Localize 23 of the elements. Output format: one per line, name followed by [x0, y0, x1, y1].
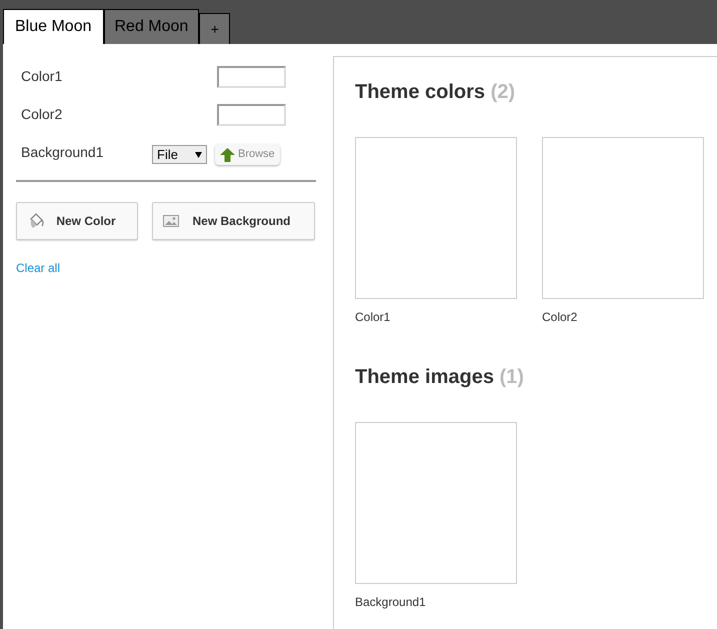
up-arrow-icon	[220, 148, 235, 162]
add-tab-button[interactable]: +	[199, 13, 230, 44]
file-select[interactable]: File	[152, 145, 207, 164]
swatch-thumbnail[interactable]	[355, 137, 517, 299]
tab[interactable]: Blue Moon	[3, 9, 104, 44]
swatch-thumbnail[interactable]	[542, 137, 704, 299]
swatch-caption: Color2	[542, 309, 578, 326]
clear-all-link[interactable]: Clear all	[16, 259, 60, 277]
field-label: Background1	[21, 143, 105, 162]
section-heading: Theme images (1)	[355, 365, 525, 390]
color-input[interactable]	[217, 104, 286, 126]
color-input[interactable]	[217, 66, 286, 88]
swatch-caption: Color1	[355, 309, 392, 326]
section-heading: Theme colors (2)	[355, 80, 516, 105]
field-label: Color2	[21, 105, 64, 124]
new-item-button[interactable]: New Color	[16, 202, 138, 240]
field-label: Color1	[21, 67, 64, 86]
new-item-button[interactable]: New Background	[152, 202, 315, 240]
image-icon	[163, 215, 179, 227]
tab[interactable]: Red Moon	[104, 9, 200, 44]
swatch-thumbnail[interactable]	[355, 422, 517, 584]
caret-icon	[195, 152, 202, 158]
swatch-caption: Background1	[355, 594, 427, 611]
